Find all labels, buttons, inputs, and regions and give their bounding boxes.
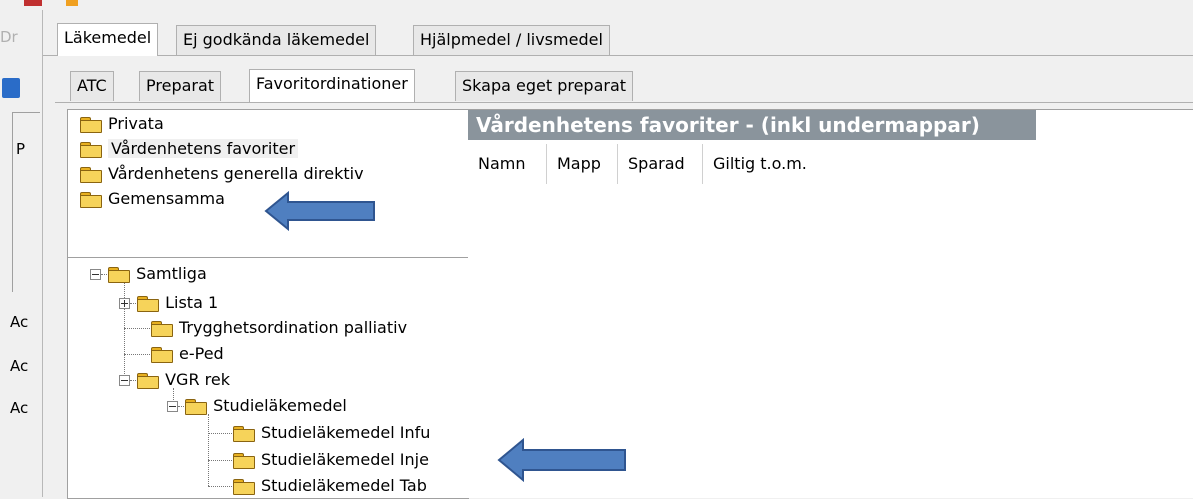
tree-node[interactable]: Studieläkemedel Infu [233, 421, 430, 445]
collapse-icon[interactable] [167, 401, 178, 412]
divider [12, 112, 40, 113]
tree-connector [208, 414, 209, 486]
list-item[interactable]: Ac [10, 357, 28, 375]
clipped-label: P [16, 140, 26, 158]
tab-lakemedel[interactable]: Läkemedel [57, 23, 159, 56]
folder-icon [185, 399, 208, 415]
tree-connector [208, 433, 232, 434]
tree-node[interactable]: e-Ped [151, 342, 224, 366]
folder-icon [80, 142, 102, 158]
tab-atc[interactable]: ATC [70, 71, 114, 101]
list-item[interactable]: Vårdenhetens favoriter [80, 137, 299, 161]
folder-icon [151, 347, 173, 363]
list-item[interactable]: Gemensamma [80, 187, 225, 211]
tree-connector [124, 328, 150, 329]
tab-hjalpmedel[interactable]: Hjälpmedel / livsmedel [413, 25, 610, 55]
tree-node[interactable]: Studieläkemedel Inje [233, 448, 429, 472]
folder-icon [151, 321, 173, 337]
column-header-giltig[interactable]: Giltig t.o.m. [703, 144, 903, 184]
clipped-label: Dr [0, 28, 18, 46]
column-header-sparad[interactable]: Sparad [618, 144, 703, 184]
app-icon[interactable] [24, 0, 42, 6]
save-icon[interactable] [2, 78, 20, 98]
folder-icon [80, 117, 102, 133]
list-item[interactable]: Ac [10, 399, 28, 417]
list-item[interactable]: Vårdenhetens generella direktiv [80, 162, 364, 186]
list-item[interactable]: Ac [10, 313, 28, 331]
results-header: Vårdenhetens favoriter - (inkl undermapp… [468, 110, 1036, 140]
tree-connector [208, 460, 232, 461]
tree-node[interactable]: Lista 1 [119, 291, 218, 315]
column-header-mapp[interactable]: Mapp [547, 144, 618, 184]
results-table-header: Namn Mapp Sparad Giltig t.o.m. [468, 144, 1193, 184]
tree-node[interactable]: Studieläkemedel Tab [233, 474, 427, 498]
folder-icon [137, 296, 160, 312]
folder-icon [137, 373, 160, 389]
expand-icon[interactable] [119, 298, 130, 309]
divider [43, 55, 1193, 56]
main-panel: Läkemedel Ej godkända läkemedel Hjälpmed… [42, 10, 1193, 499]
list-item[interactable]: Privata [80, 112, 164, 136]
annotation-arrow-left [264, 191, 378, 231]
annotation-arrow-left [497, 438, 629, 482]
left-clipped-panel: Dr P Ac Ac Ac [0, 0, 42, 497]
divider [12, 112, 13, 292]
tree-node[interactable]: Trygghetsordination palliativ [151, 316, 407, 340]
tree-node[interactable]: VGR rek [119, 368, 230, 392]
folder-tree: Samtliga Lista 1 Trygghetsordination pal… [67, 257, 469, 499]
tab-favoritordinationer[interactable]: Favoritordinationer [249, 69, 415, 102]
column-header-namn[interactable]: Namn [468, 144, 547, 184]
folder-icon [233, 479, 255, 495]
star-icon[interactable] [66, 0, 78, 6]
tree-node[interactable]: Samtliga [90, 262, 207, 286]
collapse-icon[interactable] [90, 269, 101, 280]
tree-connector [124, 354, 150, 355]
collapse-icon[interactable] [119, 375, 130, 386]
folder-icon [80, 167, 102, 183]
folder-icon [233, 426, 255, 442]
folder-icon [108, 267, 131, 283]
folder-icon [80, 192, 102, 208]
divider [55, 102, 1193, 103]
tree-node[interactable]: Studieläkemedel [167, 394, 347, 418]
folder-icon [233, 453, 255, 469]
tab-skapa-eget-preparat[interactable]: Skapa eget preparat [455, 71, 634, 101]
tab-preparat[interactable]: Preparat [139, 71, 222, 101]
tree-connector [208, 486, 232, 487]
tab-ej-godkanda[interactable]: Ej godkända läkemedel [176, 25, 377, 55]
favorites-list: Privata Vårdenhetens favoriter Vårdenhet… [67, 109, 469, 259]
